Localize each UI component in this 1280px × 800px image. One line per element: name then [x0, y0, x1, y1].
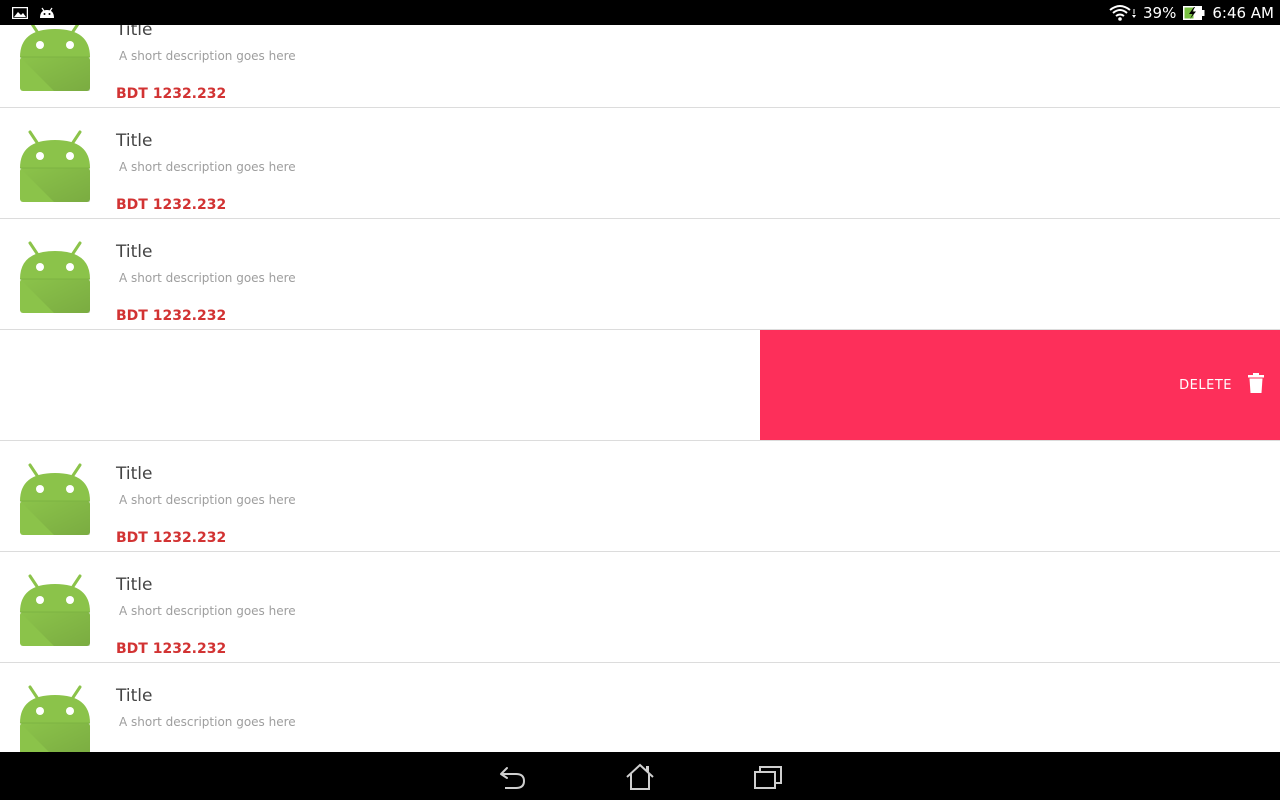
list-item[interactable]: Title A short description goes here BDT … — [0, 25, 1280, 108]
item-price: BDT 1232.232 — [116, 197, 227, 213]
item-price: BDT 1232.232 — [116, 308, 227, 324]
item-title: Title — [116, 25, 153, 40]
android-icon — [18, 239, 92, 315]
list-item[interactable]: Title A short description goes here BDT … — [0, 108, 1280, 219]
picture-icon — [12, 6, 28, 19]
item-title: Title — [116, 686, 153, 706]
delete-label: DELETE — [1179, 377, 1232, 393]
item-price: BDT 1232.232 — [116, 86, 227, 102]
list-item[interactable]: Title A short description goes here BDT … — [0, 441, 1280, 552]
status-bar: 39% 6:46 AM — [0, 0, 1280, 25]
list-item[interactable]: Title A short description goes here BDT … — [0, 219, 1280, 330]
recent-apps-icon[interactable] — [752, 762, 784, 792]
item-description: A short description goes here — [119, 604, 296, 618]
item-list[interactable]: Title A short description goes here BDT … — [0, 25, 1280, 752]
item-description: A short description goes here — [119, 271, 296, 285]
item-description: A short description goes here — [119, 49, 296, 63]
home-icon[interactable] — [624, 762, 656, 792]
item-description: A short description goes here — [119, 715, 296, 729]
item-title: Title — [116, 131, 153, 151]
android-icon — [18, 128, 92, 204]
battery-charging-icon — [1182, 5, 1206, 21]
battery-percent: 39% — [1143, 3, 1177, 22]
navigation-bar — [0, 752, 1280, 800]
item-price: BDT 1232.232 — [116, 641, 227, 657]
android-debug-icon — [38, 7, 56, 19]
status-right: 39% 6:46 AM — [1109, 4, 1274, 22]
android-icon — [18, 683, 92, 752]
delete-action[interactable]: DELETE — [760, 330, 1280, 440]
android-icon — [18, 25, 92, 93]
item-title: Title — [116, 242, 153, 262]
back-icon[interactable] — [496, 762, 528, 792]
item-price: BDT 1232.232 — [116, 530, 227, 546]
status-left — [12, 6, 56, 19]
list-item[interactable]: Title A short description goes here BDT … — [0, 663, 1280, 752]
swiped-list-item[interactable]: DELETE — [0, 330, 1280, 441]
android-icon — [18, 461, 92, 537]
item-title: Title — [116, 575, 153, 595]
item-description: A short description goes here — [119, 493, 296, 507]
item-title: Title — [116, 464, 153, 484]
android-icon — [18, 572, 92, 648]
item-description: A short description goes here — [119, 160, 296, 174]
list-item[interactable]: Title A short description goes here BDT … — [0, 552, 1280, 663]
clock: 6:46 AM — [1212, 3, 1274, 22]
trash-icon[interactable] — [1248, 372, 1264, 398]
wifi-icon — [1109, 4, 1137, 22]
list-content: Title A short description goes here BDT … — [0, 25, 1280, 752]
